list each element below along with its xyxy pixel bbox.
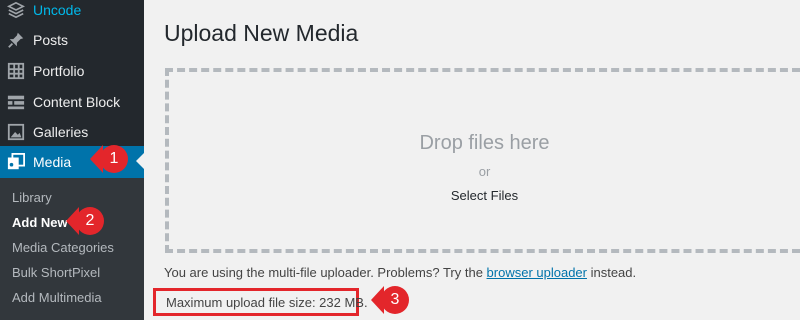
uploader-note-prefix: You are using the multi-file uploader. P…	[164, 265, 487, 280]
blocks-icon	[6, 92, 26, 112]
uploader-note: You are using the multi-file uploader. P…	[164, 265, 636, 280]
max-upload-size: Maximum upload file size: 232 MB.	[166, 295, 368, 310]
sidebar-item-label: Uncode	[33, 2, 82, 18]
grid-icon	[6, 61, 26, 81]
select-files-button[interactable]: Select Files	[169, 188, 800, 203]
sidebar-item-uncode[interactable]: Uncode	[0, 0, 144, 25]
sidebar-item-portfolio[interactable]: Portfolio	[0, 56, 144, 86]
drop-files-text: Drop files here	[419, 132, 550, 154]
uploader-note-suffix: instead.	[586, 265, 637, 280]
sidebar-item-label: Posts	[33, 32, 69, 48]
drop-zone[interactable]: Drop files here or Select Files	[165, 68, 800, 253]
media-icon	[6, 152, 26, 172]
sidebar-item-galleries[interactable]: Galleries	[0, 117, 144, 147]
max-upload-highlight: Maximum upload file size: 232 MB.	[153, 288, 368, 316]
sidebar-item-label: Media	[33, 154, 72, 170]
submenu-item-add-multimedia[interactable]: Add Multimedia	[12, 290, 102, 305]
sidebar-item-label: Galleries	[33, 124, 89, 140]
submenu-item-bulk-shortpixel[interactable]: Bulk ShortPixel	[12, 265, 100, 280]
image-icon	[6, 122, 26, 142]
callout-number: 3	[381, 286, 409, 314]
sidebar-item-content-block[interactable]: Content Block	[0, 87, 144, 117]
submenu-item-library[interactable]: Library	[12, 190, 52, 205]
submenu-item-media-categories[interactable]: Media Categories	[12, 240, 114, 255]
page-title: Upload New Media	[164, 20, 359, 46]
callout-number: 2	[76, 207, 104, 235]
sidebar-item-label: Content Block	[33, 94, 121, 110]
layers-icon	[6, 0, 26, 20]
callout-number: 1	[100, 145, 128, 173]
sidebar-item-posts[interactable]: Posts	[0, 25, 144, 55]
browser-uploader-link[interactable]: browser uploader	[487, 265, 587, 280]
media-submenu: Library Add New Media Categories Bulk Sh…	[0, 178, 144, 320]
pin-icon	[6, 30, 26, 50]
submenu-item-add-new[interactable]: Add New	[12, 215, 68, 230]
or-text: or	[478, 164, 491, 179]
sidebar-item-label: Portfolio	[33, 63, 85, 79]
